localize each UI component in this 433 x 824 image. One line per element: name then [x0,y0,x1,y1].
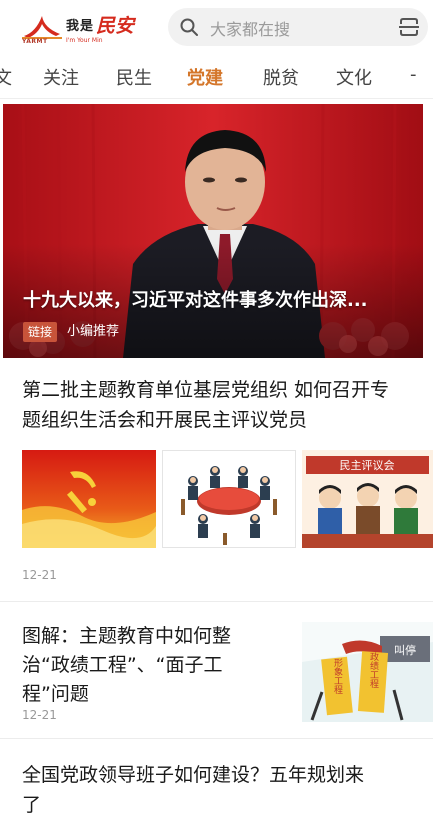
sign-text-1: 形象工程 [332,657,343,695]
search-placeholder[interactable]: 大家都在搜 [210,16,290,40]
logo-text: 我是 [66,19,95,34]
search-bar[interactable]: 大家都在搜 [168,8,428,46]
article-thumbnail[interactable]: 叫停 形象工程 政绩工程 [302,622,433,722]
search-icon [180,18,198,36]
link-badge: 链接 [23,322,58,342]
tab-partial[interactable]: 文 [0,64,12,90]
article-thumbnail[interactable] [22,450,156,548]
tab-party-building[interactable]: 党建 [187,64,223,90]
article-title-line: 全国党政领导班子如何建设？五年规划来 [22,764,365,786]
stop-image-projects-cartoon: 叫停 形象工程 政绩工程 [302,622,433,722]
tabs-divider [0,98,433,99]
article-title-line: 了 [22,794,42,816]
article-title-line: 图解：主题教育中如何整 [22,625,232,647]
article-title[interactable]: 全国党政领导班子如何建设？五年规划来 了 [22,760,427,820]
article-title-line: 第二批主题教育单位基层党组织 如何召开专 [22,379,390,401]
hero-image [3,104,423,358]
party-flag-image [22,450,156,548]
tab-culture[interactable]: 文化 [336,64,372,90]
app-logo[interactable]: 我是 民安 YARMT I'm Your Min [20,10,140,46]
scan-icon[interactable] [398,17,420,37]
divider [0,738,433,739]
article-title-line: 题组织生活会和开展民主评议党员 [22,409,308,431]
logo-brand-text: 民安 [96,15,135,37]
hero-banner[interactable]: 十九大以来，习近平对这件事多次作出深... 链接 小编推荐 [3,104,423,358]
article-date: 12-21 [22,568,57,582]
stop-sign-text: 叫停 [394,643,416,657]
article-thumbnail[interactable] [162,450,296,548]
tab-poverty[interactable]: 脱贫 [263,64,299,90]
sign-text-2: 政绩工程 [368,651,379,689]
meeting-cartoon-image [163,451,295,547]
tab-livelihood[interactable]: 民生 [116,64,152,90]
article-thumbnail[interactable]: 民主评议会 [302,450,433,548]
app-header: 我是 民安 YARMT I'm Your Min 大家都在搜 [0,0,433,56]
category-tabs: 文 关注 民生 党建 脱贫 文化 - [0,58,433,98]
evaluation-meeting-cartoon-image: 民主评议会 [302,450,433,548]
evaluation-banner-text: 民主评议会 [340,459,395,472]
hero-title[interactable]: 十九大以来，习近平对这件事多次作出深... [23,286,415,312]
article-date: 12-21 [22,708,57,722]
divider [0,601,433,602]
article-title-line: 程”问题 [22,683,89,705]
article-title[interactable]: 第二批主题教育单位基层党组织 如何召开专 题组织生活会和开展民主评议党员 [22,375,422,435]
article-title[interactable]: 图解：主题教育中如何整 治“政绩工程”、“面子工 程”问题 [22,622,284,709]
tab-follow[interactable]: 关注 [43,64,79,90]
logo-sub-text: I'm Your Min [66,37,103,44]
hero-tag: 小编推荐 [67,324,120,339]
tab-more-indicator[interactable]: - [410,64,417,85]
article-title-line: 治“政绩工程”、“面子工 [22,654,223,676]
logo-en-text: YARMT [22,38,48,45]
